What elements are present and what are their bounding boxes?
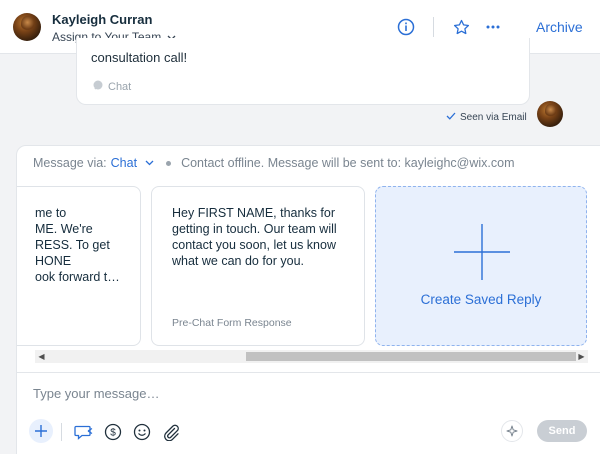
contact-name[interactable]: Kayleigh Curran	[52, 12, 152, 27]
saved-reply-body: Hey FIRST NAME, thanks for getting in to…	[172, 206, 337, 268]
horizontal-scrollbar[interactable]: ◀ ▶	[35, 350, 588, 363]
plus-icon	[453, 223, 511, 286]
saved-replies-carousel: me to ME. We're RESS. To get HONE ook fo…	[17, 186, 600, 354]
channel-selector-row: Message via: Chat Contact offline. Messa…	[33, 156, 515, 170]
ai-assistant-button[interactable]	[501, 420, 523, 442]
status-dot	[166, 160, 172, 166]
sparkle-icon	[506, 425, 518, 437]
star-icon[interactable]	[452, 18, 470, 36]
message-text: consultation call!	[91, 50, 188, 65]
message-input[interactable]	[33, 384, 453, 402]
message-source: Chat	[93, 80, 131, 93]
send-button[interactable]: Send	[537, 420, 587, 442]
checkmark-icon	[446, 112, 456, 123]
more-options-icon[interactable]	[484, 18, 502, 36]
saved-reply-card[interactable]: Hey FIRST NAME, thanks for getting in to…	[151, 186, 365, 346]
seen-status-label: Seen via Email	[460, 112, 527, 123]
info-icon[interactable]	[397, 18, 415, 36]
scroll-left-icon[interactable]: ◀	[35, 350, 48, 363]
seen-status: Seen via Email	[446, 112, 527, 123]
svg-text:$: $	[110, 428, 116, 439]
emoji-icon[interactable]	[131, 421, 153, 443]
chevron-down-icon[interactable]	[145, 160, 154, 166]
contact-avatar[interactable]	[13, 13, 41, 41]
create-saved-reply-label: Create Saved Reply	[420, 292, 542, 307]
message-bubble: consultation call! Chat	[76, 38, 530, 105]
saved-reply-card[interactable]: me to ME. We're RESS. To get HONE ook fo…	[17, 186, 141, 346]
saved-reply-footer: Pre-Chat Form Response	[172, 317, 292, 329]
contact-status: Contact offline. Message will be sent to…	[181, 156, 515, 170]
saved-replies-icon[interactable]	[73, 421, 95, 443]
message-via-label: Message via:	[33, 156, 107, 170]
scroll-right-icon[interactable]: ▶	[575, 350, 588, 363]
header-divider	[433, 17, 434, 37]
saved-reply-body: me to ME. We're RESS. To get HONE ook fo…	[35, 206, 120, 284]
chat-bubble-icon	[93, 80, 103, 93]
agent-avatar	[537, 101, 563, 127]
message-source-label: Chat	[108, 80, 132, 93]
add-button[interactable]	[29, 419, 53, 443]
attachment-icon[interactable]	[160, 421, 182, 443]
composer-divider	[17, 372, 600, 373]
channel-dropdown[interactable]: Chat	[111, 156, 137, 170]
archive-button[interactable]: Archive	[536, 19, 583, 35]
create-saved-reply-card[interactable]: Create Saved Reply	[375, 186, 587, 346]
message-composer: Message via: Chat Contact offline. Messa…	[16, 145, 600, 454]
plus-icon	[34, 424, 48, 438]
toolbar-divider	[61, 423, 62, 441]
scrollbar-thumb[interactable]	[246, 352, 576, 361]
payment-request-icon[interactable]: $	[102, 421, 124, 443]
